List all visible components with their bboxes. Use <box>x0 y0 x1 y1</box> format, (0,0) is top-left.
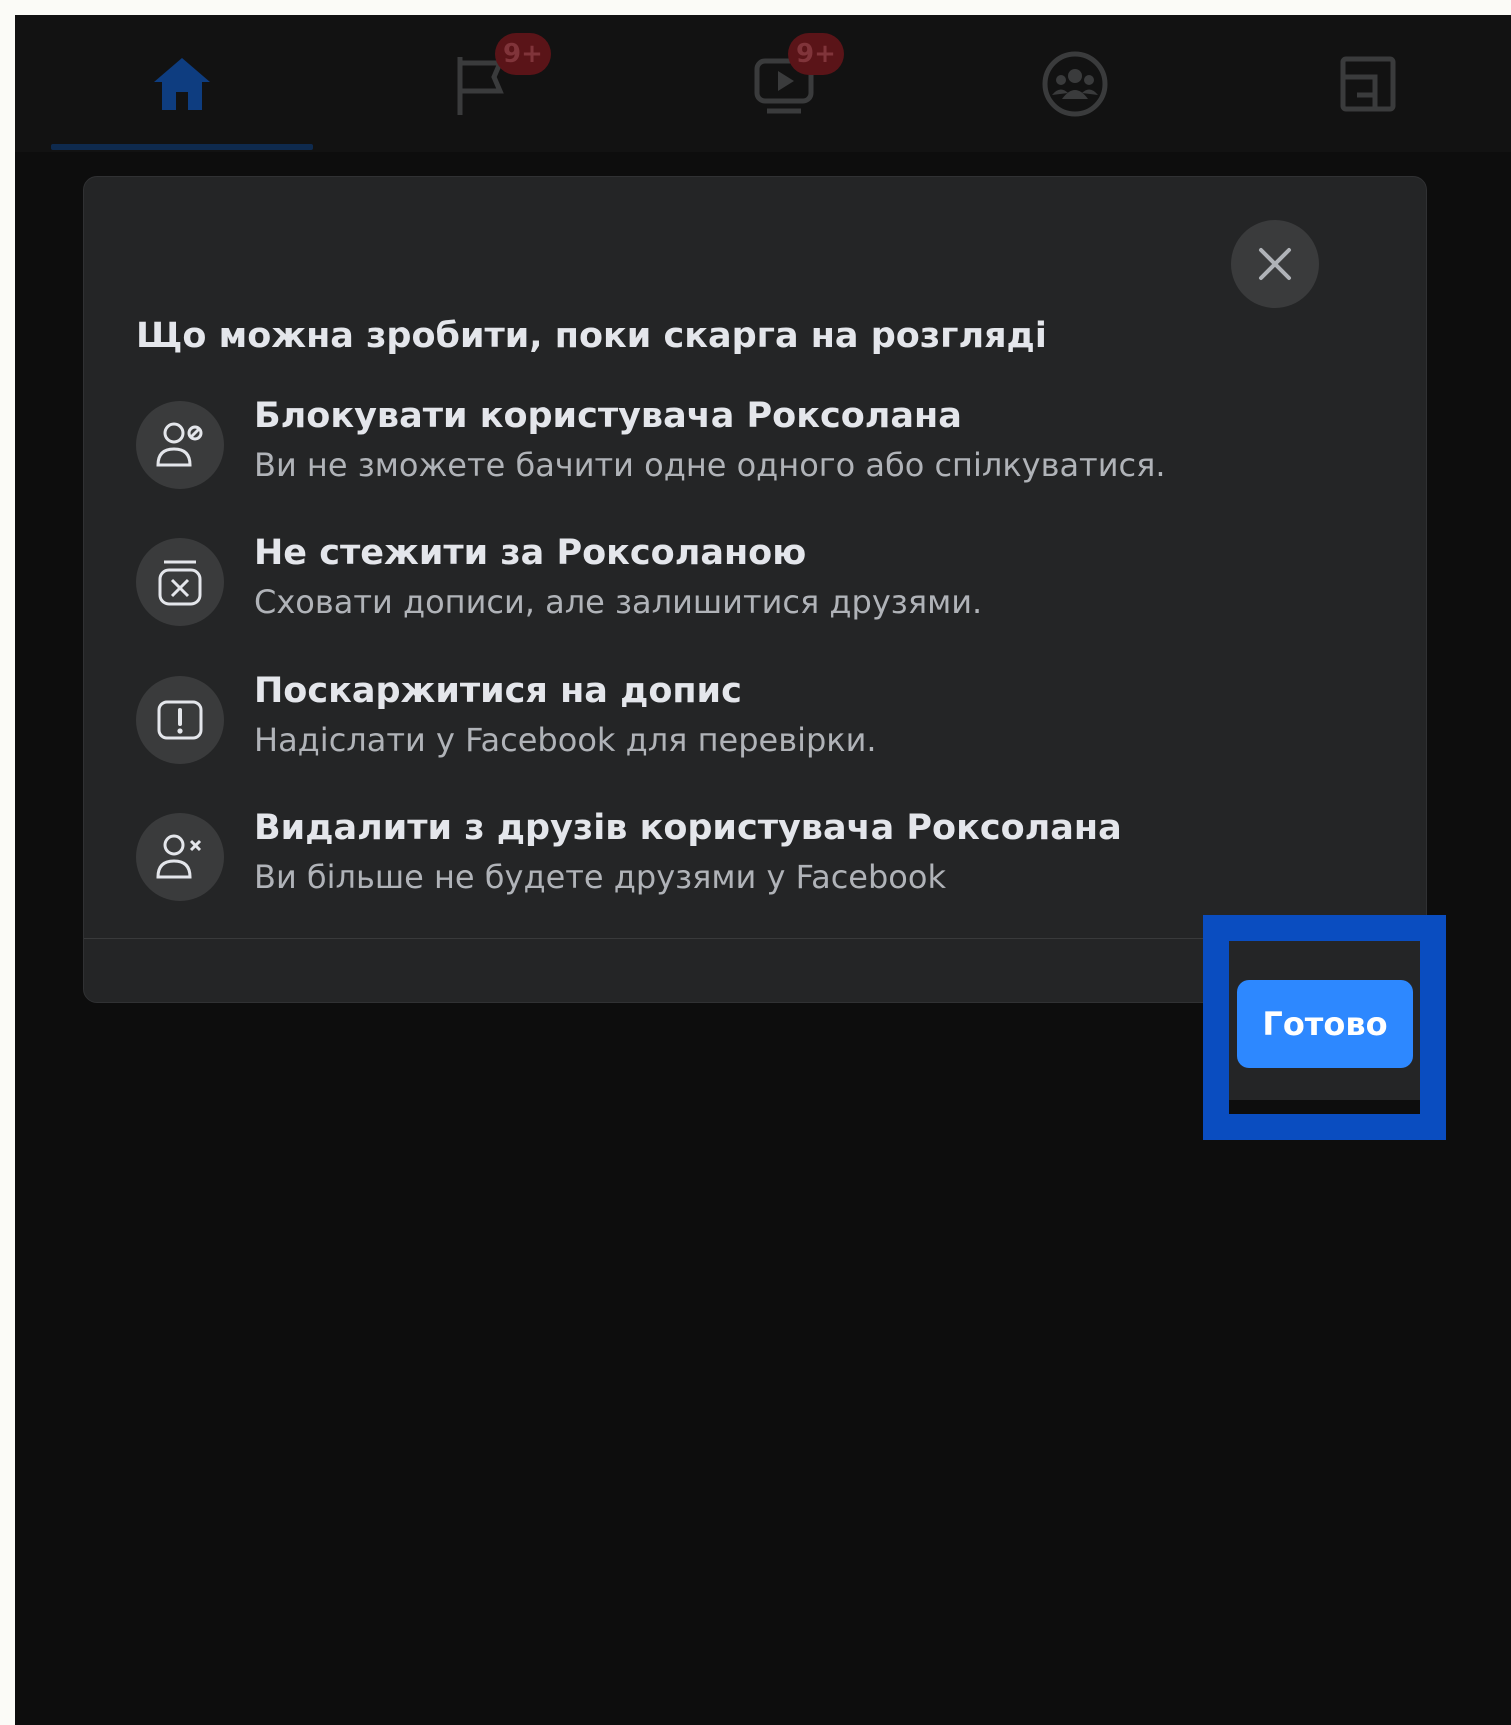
block-user-icon <box>156 422 203 467</box>
option-icon-container <box>136 401 224 489</box>
close-icon <box>1259 248 1291 280</box>
option-description: Сховати дописи, але залишитися друзями. <box>254 583 983 621</box>
option-icon-container <box>136 813 224 901</box>
option-icon-container <box>136 676 224 764</box>
option-report-post[interactable]: Поскаржитися на допис Надіслати у Facebo… <box>136 671 1276 781</box>
gaming-icon <box>1340 56 1396 111</box>
option-unfriend[interactable]: Видалити з друзів користувача Роксолана … <box>136 808 1276 918</box>
tab-groups[interactable] <box>944 15 1206 152</box>
option-title: Поскаржитися на допис <box>254 671 742 711</box>
home-icon <box>154 57 210 110</box>
report-icon <box>157 700 203 740</box>
dialog-title: Що можна зробити, поки скарга на розгляд… <box>136 316 1047 356</box>
groups-icon <box>1042 51 1108 116</box>
option-block-user[interactable]: Блокувати користувача Роксолана Ви не зм… <box>136 396 1276 506</box>
tab-gaming[interactable] <box>1237 15 1499 152</box>
tab-home[interactable] <box>51 15 313 152</box>
unfriend-icon <box>156 834 202 879</box>
done-button[interactable]: Готово <box>1237 980 1413 1068</box>
option-description: Надіслати у Facebook для перевірки. <box>254 721 877 759</box>
option-title: Не стежити за Роксоланою <box>254 533 807 573</box>
top-navigation: 9+ 9+ <box>15 15 1511 152</box>
close-button[interactable] <box>1231 220 1319 308</box>
option-unfollow[interactable]: Не стежити за Роксоланою Сховати дописи,… <box>136 533 1276 643</box>
unfollow-icon <box>158 560 202 606</box>
option-description: Ви не зможете бачити одне одного або спі… <box>254 446 1166 484</box>
active-tab-indicator <box>51 144 313 150</box>
option-description: Ви більше не будете друзями у Facebook <box>254 858 946 896</box>
tab-watch[interactable] <box>653 15 915 152</box>
tab-pages[interactable] <box>350 15 612 152</box>
pages-notification-badge: 9+ <box>495 33 551 75</box>
option-title: Блокувати користувача Роксолана <box>254 396 962 436</box>
option-icon-container <box>136 538 224 626</box>
option-title: Видалити з друзів користувача Роксолана <box>254 808 1122 848</box>
watch-notification-badge: 9+ <box>788 33 844 75</box>
